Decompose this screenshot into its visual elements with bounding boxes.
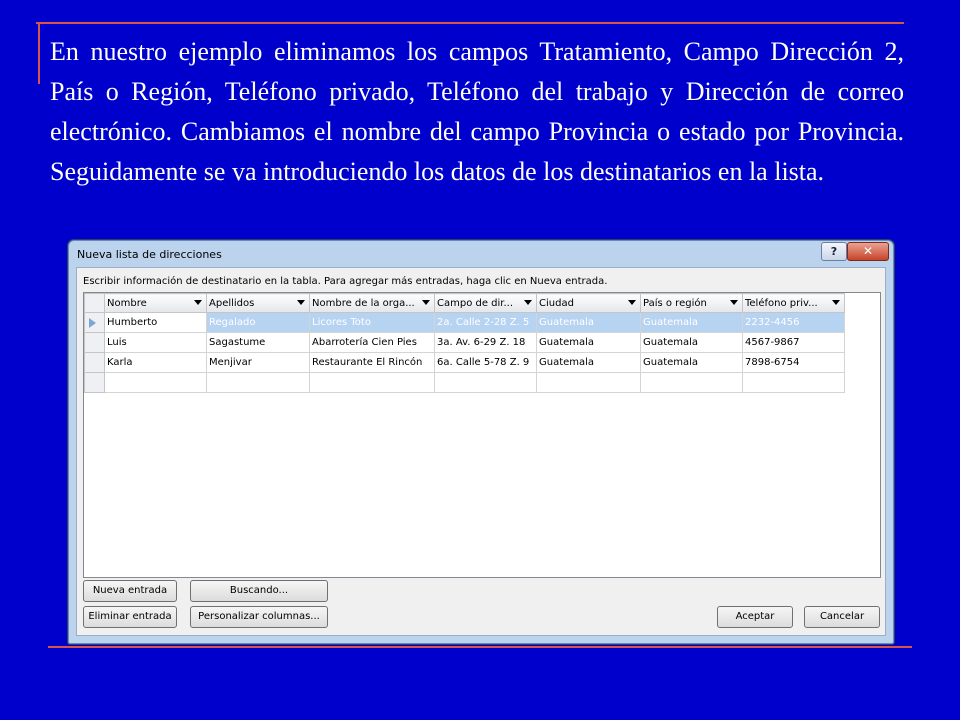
dropdown-arrow-icon[interactable] bbox=[628, 300, 636, 305]
dropdown-arrow-icon[interactable] bbox=[832, 300, 840, 305]
search-button[interactable]: Buscando... bbox=[190, 580, 328, 602]
delete-entry-button[interactable]: Eliminar entrada bbox=[83, 606, 177, 628]
dialog-body: Escribir información de destinatario en … bbox=[76, 267, 886, 636]
table-cell[interactable] bbox=[206, 372, 310, 393]
table-cell[interactable] bbox=[104, 372, 207, 393]
cancel-button[interactable]: Cancelar bbox=[804, 606, 880, 628]
accept-button[interactable]: Aceptar bbox=[717, 606, 793, 628]
table-cell[interactable]: 2232-4456 bbox=[742, 312, 845, 333]
table-cell[interactable]: Regalado bbox=[206, 312, 310, 333]
dropdown-arrow-icon[interactable] bbox=[297, 300, 305, 305]
close-button[interactable]: ✕ bbox=[847, 242, 889, 261]
corner-cell bbox=[84, 293, 105, 313]
customize-columns-button[interactable]: Personalizar columnas... bbox=[190, 606, 328, 628]
column-header-direccion[interactable]: Campo de dir... bbox=[434, 293, 537, 313]
dropdown-arrow-icon[interactable] bbox=[524, 300, 532, 305]
dropdown-arrow-icon[interactable] bbox=[422, 300, 430, 305]
table-cell[interactable]: 7898-6754 bbox=[742, 352, 845, 373]
table-cell[interactable]: Guatemala bbox=[536, 352, 641, 373]
header-row: Nombre Apellidos Nombre de la orga... Ca… bbox=[84, 293, 845, 313]
address-list-dialog: Nueva lista de direcciones ? ✕ Escribir … bbox=[68, 240, 894, 644]
table-cell[interactable]: 4567-9867 bbox=[742, 332, 845, 353]
dialog-title: Nueva lista de direcciones bbox=[77, 248, 222, 261]
column-header-organizacion[interactable]: Nombre de la orga... bbox=[309, 293, 435, 313]
table-row[interactable]: Humberto Regalado Licores Toto 2a. Calle… bbox=[84, 312, 845, 333]
instruction-text: Escribir información de destinatario en … bbox=[83, 276, 608, 287]
slide-paragraph: En nuestro ejemplo eliminamos los campos… bbox=[50, 37, 904, 186]
column-header-telefono[interactable]: Teléfono priv... bbox=[742, 293, 845, 313]
recipient-table[interactable]: Nombre Apellidos Nombre de la orga... Ca… bbox=[83, 292, 881, 578]
title-bar[interactable]: Nueva lista de direcciones ? ✕ bbox=[69, 241, 893, 267]
table-row[interactable]: Luis Sagastume Abarrotería Cien Pies 3a.… bbox=[84, 332, 845, 353]
table-cell[interactable] bbox=[742, 372, 845, 393]
dropdown-arrow-icon[interactable] bbox=[730, 300, 738, 305]
table-cell[interactable]: Humberto bbox=[104, 312, 207, 333]
row-header[interactable] bbox=[84, 352, 105, 373]
left-rule bbox=[38, 22, 40, 84]
help-button[interactable]: ? bbox=[821, 242, 847, 261]
column-header-ciudad[interactable]: Ciudad bbox=[536, 293, 641, 313]
row-header[interactable] bbox=[84, 332, 105, 353]
table-cell[interactable]: Karla bbox=[104, 352, 207, 373]
top-rule bbox=[36, 22, 904, 24]
row-pointer-icon bbox=[89, 317, 96, 328]
row-header[interactable] bbox=[84, 312, 105, 333]
table-cell[interactable]: 6a. Calle 5-78 Z. 9 bbox=[434, 352, 537, 373]
table-cell[interactable]: Guatemala bbox=[640, 332, 743, 353]
table-cell[interactable]: 2a. Calle 2-28 Z. 5 bbox=[434, 312, 537, 333]
table-cell[interactable]: Guatemala bbox=[536, 332, 641, 353]
row-header[interactable] bbox=[84, 372, 105, 393]
table-cell[interactable] bbox=[434, 372, 537, 393]
table-cell[interactable] bbox=[640, 372, 743, 393]
table-row[interactable]: Karla Menjivar Restaurante El Rincón 6a.… bbox=[84, 352, 845, 373]
table-cell[interactable]: Abarrotería Cien Pies bbox=[309, 332, 435, 353]
table-cell[interactable]: Licores Toto bbox=[309, 312, 435, 333]
column-header-apellidos[interactable]: Apellidos bbox=[206, 293, 310, 313]
table-cell[interactable]: Guatemala bbox=[536, 312, 641, 333]
table-cell[interactable]: Guatemala bbox=[640, 312, 743, 333]
dropdown-arrow-icon[interactable] bbox=[194, 300, 202, 305]
table-cell[interactable]: Restaurante El Rincón bbox=[309, 352, 435, 373]
table-cell[interactable]: Menjivar bbox=[206, 352, 310, 373]
new-entry-row[interactable] bbox=[84, 372, 845, 393]
new-entry-button[interactable]: Nueva entrada bbox=[83, 580, 177, 602]
table-cell[interactable]: 3a. Av. 6-29 Z. 18 bbox=[434, 332, 537, 353]
table-cell[interactable] bbox=[536, 372, 641, 393]
column-header-pais[interactable]: País o región bbox=[640, 293, 743, 313]
bottom-rule bbox=[48, 646, 912, 648]
table-cell[interactable]: Sagastume bbox=[206, 332, 310, 353]
table-cell[interactable] bbox=[309, 372, 435, 393]
table-cell[interactable]: Guatemala bbox=[640, 352, 743, 373]
table-cell[interactable]: Luis bbox=[104, 332, 207, 353]
column-header-nombre[interactable]: Nombre bbox=[104, 293, 207, 313]
